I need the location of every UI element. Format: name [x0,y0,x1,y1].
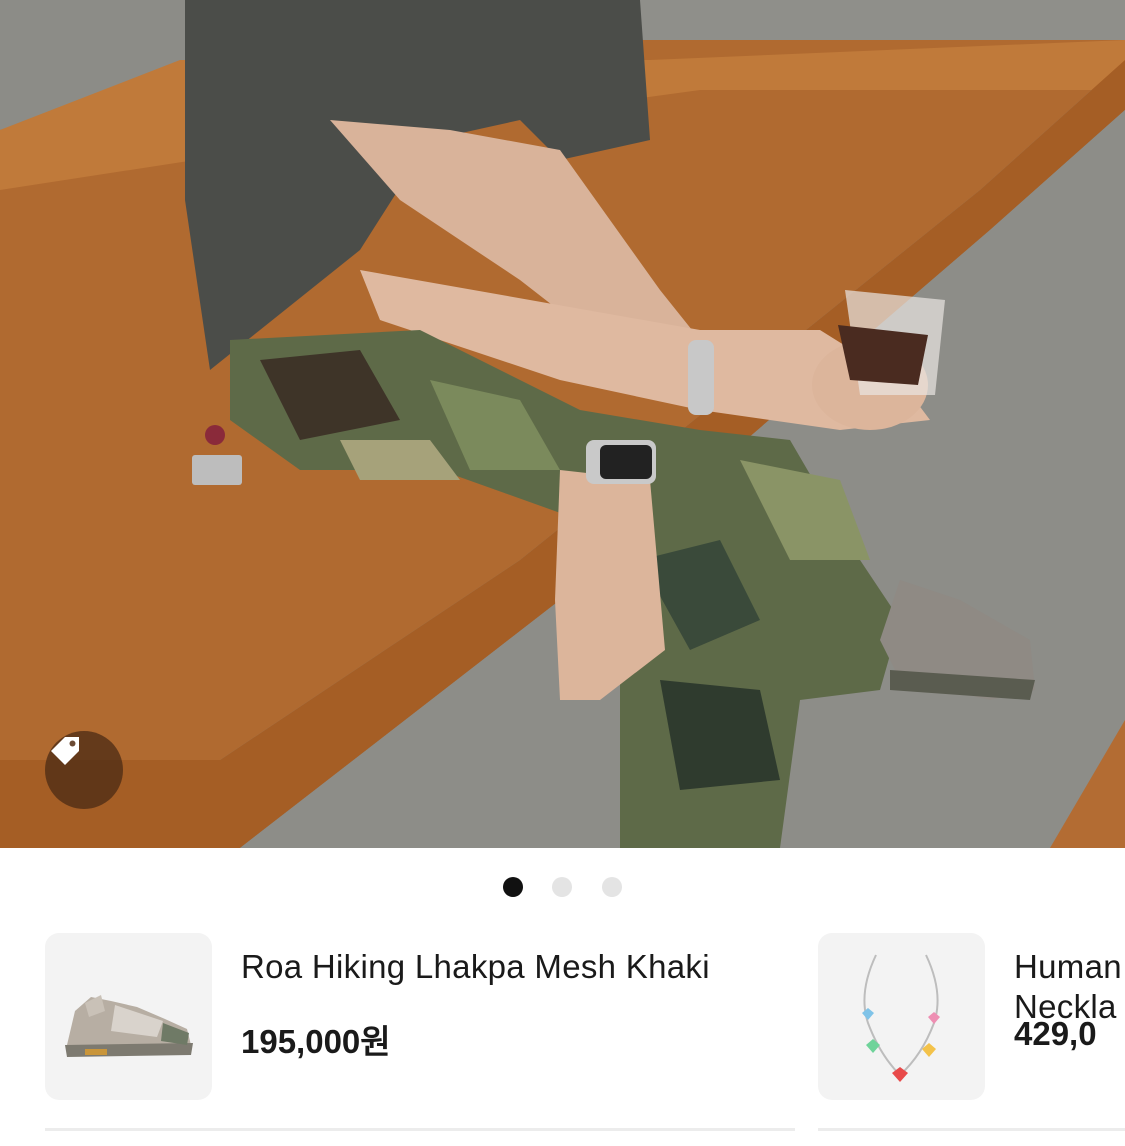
product-photo[interactable] [0,0,1125,848]
outfit-photo-illustration [0,0,1125,848]
carousel-dot-2[interactable] [552,877,572,897]
product-thumbnail[interactable] [818,933,985,1100]
carousel-dot-3[interactable] [602,877,622,897]
product-card[interactable]: Roa Hiking Lhakpa Mesh Khaki 195,000원 [45,933,795,1129]
product-price: 195,000원 [241,1023,391,1060]
product-card[interactable]: Human Neckla 429,0 [818,933,1125,1129]
card-divider [45,1128,795,1131]
product-thumbnail[interactable] [45,933,212,1100]
necklace-image [862,954,940,1082]
tag-icon [51,737,79,765]
product-name[interactable]: Roa Hiking Lhakpa Mesh Khaki [241,947,710,987]
carousel-dot-1[interactable] [503,877,523,897]
product-tag-button[interactable] [45,731,123,809]
card-divider [818,1128,1125,1131]
carousel-pagination [0,877,1125,897]
sneaker-image [65,995,193,1057]
product-price: 429,0 [1014,1015,1097,1052]
